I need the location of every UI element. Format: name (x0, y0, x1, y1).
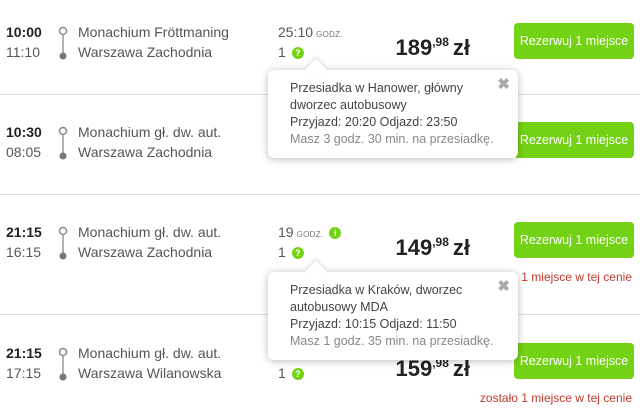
divider (0, 194, 640, 195)
times: 21:15 17:15 (6, 343, 50, 383)
duration-value: 19 (278, 224, 294, 240)
currency: zł (452, 235, 470, 260)
destination-stop: Warszawa Zachodnia (78, 144, 213, 160)
changes: 1? (278, 242, 304, 262)
book-button[interactable]: Rezerwuj 1 miejsce (514, 343, 634, 379)
stops: Monachium gł. dw. aut. Warszawa Wilanows… (78, 343, 268, 383)
transfer-location: Przesiadka w Hanower, główny dworzec aut… (290, 80, 496, 114)
departure-time: 21:15 (6, 345, 42, 361)
transfer-location-line: Przesiadka w Hanower, główny (290, 81, 463, 95)
price-cents: ,98 (432, 235, 449, 249)
departure-time: 10:30 (6, 124, 42, 140)
info-icon[interactable]: i (329, 227, 342, 239)
route-line-icon (58, 347, 68, 381)
transfer-wait: Masz 3 godz. 30 min. na przesiadkę. (290, 132, 494, 146)
tooltip-arrow (304, 260, 328, 284)
book-button[interactable]: Rezerwuj 1 miejsce (514, 122, 634, 158)
origin-stop: Monachium gł. dw. aut. (78, 224, 222, 240)
duration-unit: GODZ. (296, 230, 324, 239)
stops: Monachium gł. dw. aut. Warszawa Zachodni… (78, 222, 268, 262)
price: 149,98 zł (395, 229, 470, 261)
origin-stop: Monachium gł. dw. aut. (78, 345, 222, 361)
route-line-icon (58, 226, 68, 260)
times: 21:15 16:15 (6, 222, 50, 262)
transfer-location-line: autobusowy MDA (290, 300, 388, 314)
transfer-location-line: dworzec autobusowy (290, 98, 407, 112)
transfer-tooltip: ✖ Przesiadka w Kraków, dworzec autobusow… (268, 260, 518, 360)
question-icon[interactable]: ? (291, 247, 304, 259)
changes-count: 1 (278, 244, 286, 260)
close-icon[interactable]: ✖ (497, 278, 510, 295)
question-icon[interactable]: ? (291, 368, 304, 380)
seats-left-note: 1 miejsce w tej cenie (521, 270, 632, 284)
arrival-time: 17:15 (6, 365, 42, 381)
close-icon[interactable]: ✖ (497, 76, 510, 93)
destination-stop: Warszawa Wilanowska (78, 365, 222, 381)
stops: Monachium gł. dw. aut. Warszawa Zachodni… (78, 122, 268, 162)
route-line-icon (58, 126, 68, 160)
book-button[interactable]: Rezerwuj 1 miejsce (514, 222, 634, 258)
destination-stop: Warszawa Zachodnia (78, 244, 213, 260)
origin-stop: Monachium gł. dw. aut. (78, 124, 222, 140)
departure-time: 21:15 (6, 224, 42, 240)
times: 10:30 08:05 (6, 122, 50, 162)
transfer-tooltip: ✖ Przesiadka w Hanower, główny dworzec a… (268, 58, 518, 158)
transfer-times: Przyjazd: 10:15 Odjazd: 11:50 (290, 317, 457, 331)
changes-count: 1 (278, 365, 286, 381)
arrival-time: 16:15 (6, 244, 42, 260)
transfer-wait: Masz 1 godz. 35 min. na przesiadkę. (290, 334, 494, 348)
seats-left-note: zostało 1 miejsce w tej cenie (479, 391, 632, 405)
transfer-times: Przyjazd: 20:20 Odjazd: 23:50 (290, 115, 458, 129)
price-main: 149 (395, 235, 433, 260)
transfer-location: Przesiadka w Kraków, dworzec autobusowy … (290, 282, 496, 316)
transfer-location-line: Przesiadka w Kraków, dworzec (290, 283, 463, 297)
arrival-time: 08:05 (6, 144, 42, 160)
changes: 1? (278, 363, 304, 383)
